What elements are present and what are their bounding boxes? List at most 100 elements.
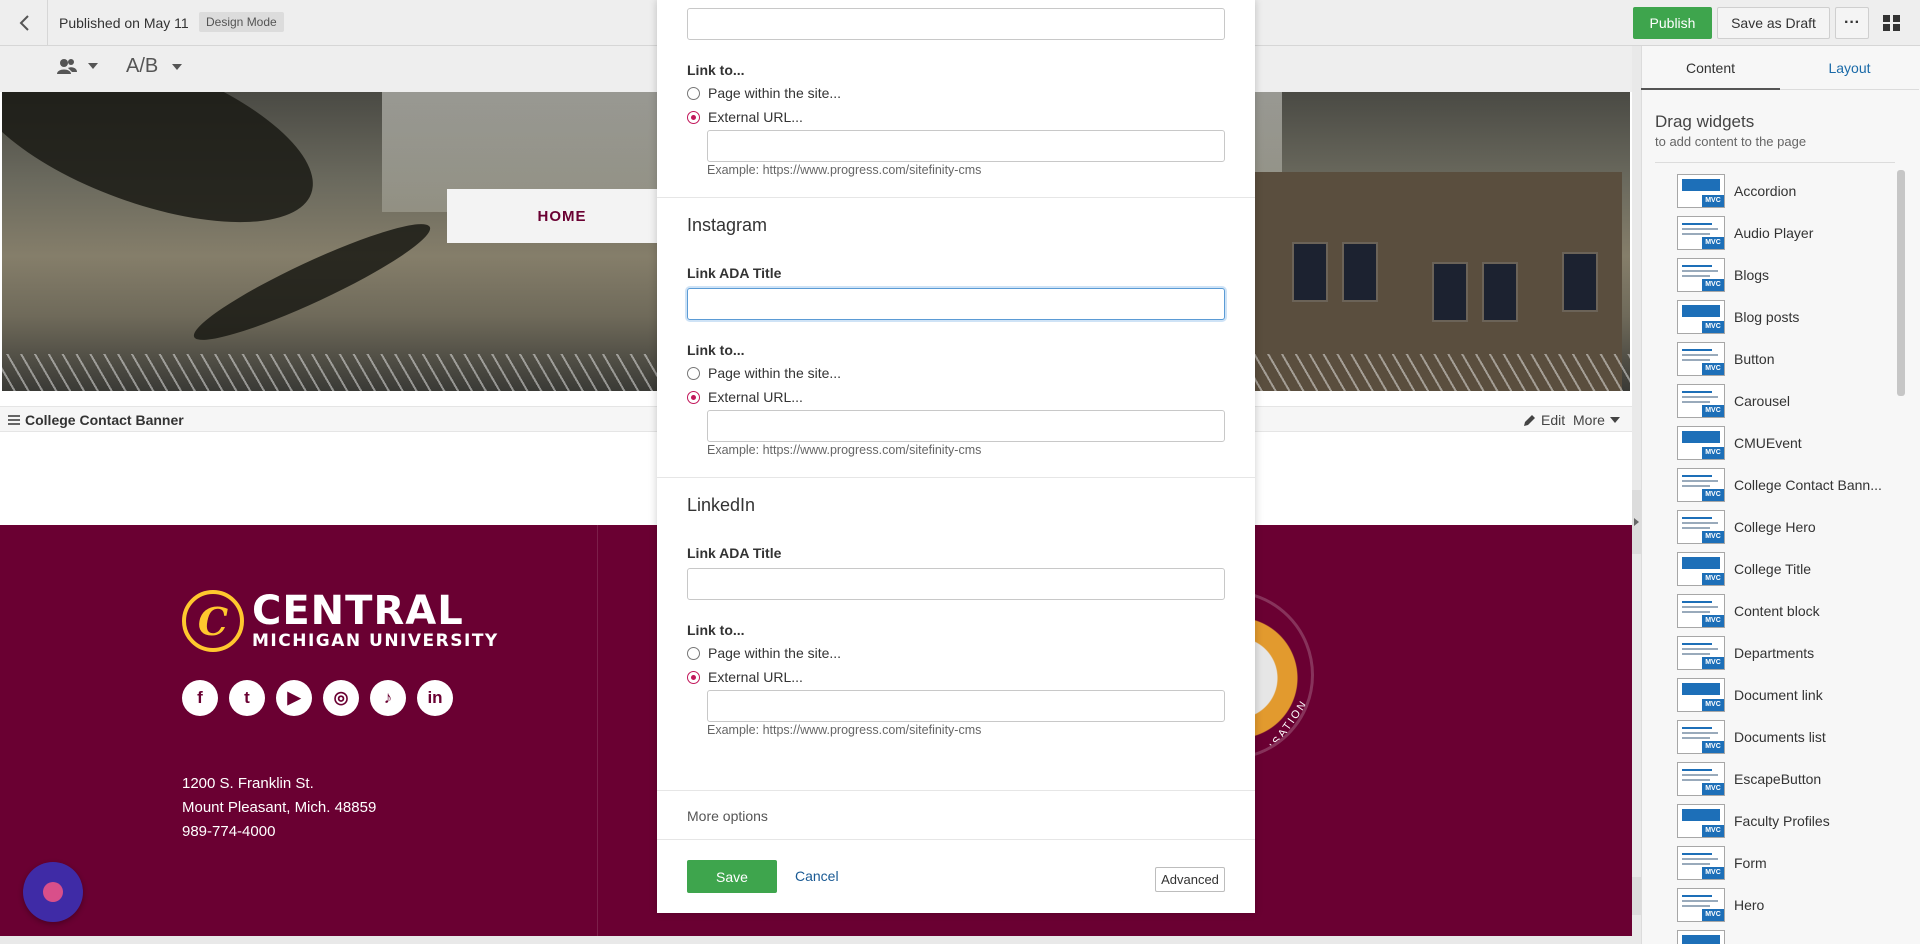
widget-item[interactable]: MVC Hero	[1677, 884, 1883, 926]
tab-content[interactable]: Content	[1641, 46, 1780, 90]
widget-item-label: Button	[1734, 351, 1775, 367]
tab-layout[interactable]: Layout	[1780, 46, 1919, 90]
more-label: More	[1573, 412, 1605, 428]
assistant-fab-button[interactable]	[23, 862, 83, 922]
external-url-input[interactable]	[707, 130, 1225, 162]
mvc-badge: MVC	[1702, 321, 1724, 333]
widget-mvc-icon: MVC	[1677, 594, 1725, 628]
sidebar-resize-handle[interactable]	[1632, 877, 1641, 915]
widget-item[interactable]: MVC Carousel	[1677, 380, 1883, 422]
more-actions-button[interactable]: ···	[1835, 7, 1869, 39]
widget-edit-button[interactable]: Edit	[1523, 412, 1565, 428]
widget-item[interactable]: MVC Faculty Profiles	[1677, 800, 1883, 842]
users-icon	[57, 59, 77, 74]
widget-item-label: Document link	[1734, 687, 1823, 703]
mvc-badge: MVC	[1702, 825, 1724, 837]
sidebar-collapse-handle[interactable]	[1632, 490, 1641, 554]
mvc-badge: MVC	[1702, 615, 1724, 627]
widget-item[interactable]: MVC College Hero	[1677, 506, 1883, 548]
radio-circle	[687, 366, 700, 380]
published-status: Published on May 11	[59, 15, 189, 31]
address-city: Mount Pleasant, Mich. 48859	[182, 799, 377, 816]
widget-item[interactable]: MVC Audio Player	[1677, 212, 1883, 254]
save-as-draft-button[interactable]: Save as Draft	[1717, 7, 1830, 39]
top-url-input[interactable]	[687, 8, 1225, 40]
widget-mvc-icon: MVC	[1677, 888, 1725, 922]
widget-item-label: Content block	[1734, 603, 1820, 619]
widget-mvc-icon: MVC	[1677, 384, 1725, 418]
widget-mvc-icon: MVC	[1677, 762, 1725, 796]
widget-item[interactable]: MVC Accordion	[1677, 170, 1883, 212]
widget-item-label: College Title	[1734, 561, 1812, 577]
mvc-badge: MVC	[1702, 909, 1724, 921]
caret-down-icon	[1609, 417, 1620, 423]
nav-home-link[interactable]: HOME	[447, 189, 677, 243]
radio-circle-selected	[687, 110, 700, 124]
facebook-icon[interactable]: f	[182, 680, 218, 716]
personalization-dropdown[interactable]	[56, 58, 98, 74]
instagram-url-input[interactable]	[707, 410, 1225, 442]
widget-item-label: Hero	[1734, 897, 1765, 913]
edit-label: Edit	[1541, 412, 1566, 428]
twitter-icon[interactable]: t	[229, 680, 265, 716]
save-button[interactable]: Save	[687, 860, 777, 893]
linkedin-radio-page[interactable]: Page within the site...	[687, 645, 841, 661]
tiktok-icon[interactable]: ♪	[370, 680, 406, 716]
publish-button[interactable]: Publish	[1633, 7, 1712, 39]
ab-test-dropdown[interactable]: A/B	[126, 55, 183, 78]
cancel-link[interactable]: Cancel	[795, 868, 839, 884]
building-window	[1342, 242, 1378, 302]
mvc-badge: MVC	[1702, 699, 1724, 711]
widgets-grid-icon[interactable]	[1882, 13, 1902, 33]
radio-label: External URL...	[708, 109, 803, 125]
widget-item-label: Documents list	[1734, 729, 1826, 745]
widget-item[interactable]: MVC Button	[1677, 338, 1883, 380]
widget-item[interactable]: MVC Content block	[1677, 590, 1883, 632]
widget-item[interactable]: MVC Departments	[1677, 632, 1883, 674]
linkedin-icon[interactable]: in	[417, 680, 453, 716]
section-divider	[657, 197, 1255, 198]
widget-item[interactable]: MVC	[1677, 926, 1883, 944]
instagram-ada-label: Link ADA Title	[687, 265, 782, 281]
instagram-icon[interactable]: ◎	[323, 680, 359, 716]
widget-item[interactable]: MVC Document link	[1677, 674, 1883, 716]
widget-item[interactable]: MVC Blogs	[1677, 254, 1883, 296]
mvc-badge: MVC	[1702, 279, 1724, 291]
radio-page-within-site[interactable]: Page within the site...	[687, 85, 841, 101]
instagram-section-title: Instagram	[687, 215, 768, 235]
instagram-radio-page[interactable]: Page within the site...	[687, 365, 841, 381]
more-options-toggle[interactable]: More options	[687, 808, 768, 824]
chevron-left-icon	[19, 15, 29, 31]
radio-external-url[interactable]: External URL...	[687, 109, 803, 125]
linkedin-url-input[interactable]	[707, 690, 1225, 722]
radio-circle-selected	[687, 390, 700, 404]
back-button[interactable]	[0, 0, 48, 46]
linkedin-radio-external[interactable]: External URL...	[687, 669, 803, 685]
widget-item[interactable]: MVC CMUEvent	[1677, 422, 1883, 464]
widget-item[interactable]: MVC College Contact Bann...	[1677, 464, 1883, 506]
caret-down-icon	[88, 63, 98, 69]
widget-more-dropdown[interactable]: More	[1573, 412, 1620, 428]
widget-item[interactable]: MVC College Title	[1677, 548, 1883, 590]
mvc-badge: MVC	[1702, 447, 1724, 459]
widget-mvc-icon: MVC	[1677, 636, 1725, 670]
address-phone: 989-774-4000	[182, 823, 276, 840]
widget-item[interactable]: MVC Blog posts	[1677, 296, 1883, 338]
widget-item[interactable]: MVC Documents list	[1677, 716, 1883, 758]
mvc-badge: MVC	[1702, 867, 1724, 879]
drag-handle-icon[interactable]	[8, 415, 20, 425]
advanced-button[interactable]: Advanced	[1155, 867, 1225, 892]
widget-item[interactable]: MVC Form	[1677, 842, 1883, 884]
logo-text-michigan: MICHIGAN UNIVERSITY	[252, 631, 499, 651]
widget-item-label: Form	[1734, 855, 1767, 871]
widget-mvc-icon: MVC	[1677, 930, 1725, 944]
widget-list-scrollbar[interactable]	[1897, 170, 1905, 396]
widget-mvc-icon: MVC	[1677, 678, 1725, 712]
linkedin-ada-input[interactable]	[687, 568, 1225, 600]
instagram-ada-input[interactable]	[687, 288, 1225, 320]
youtube-icon[interactable]: ▶	[276, 680, 312, 716]
widget-mvc-icon: MVC	[1677, 426, 1725, 460]
instagram-radio-external[interactable]: External URL...	[687, 389, 803, 405]
widget-item[interactable]: MVC EscapeButton	[1677, 758, 1883, 800]
mvc-badge: MVC	[1702, 489, 1724, 501]
